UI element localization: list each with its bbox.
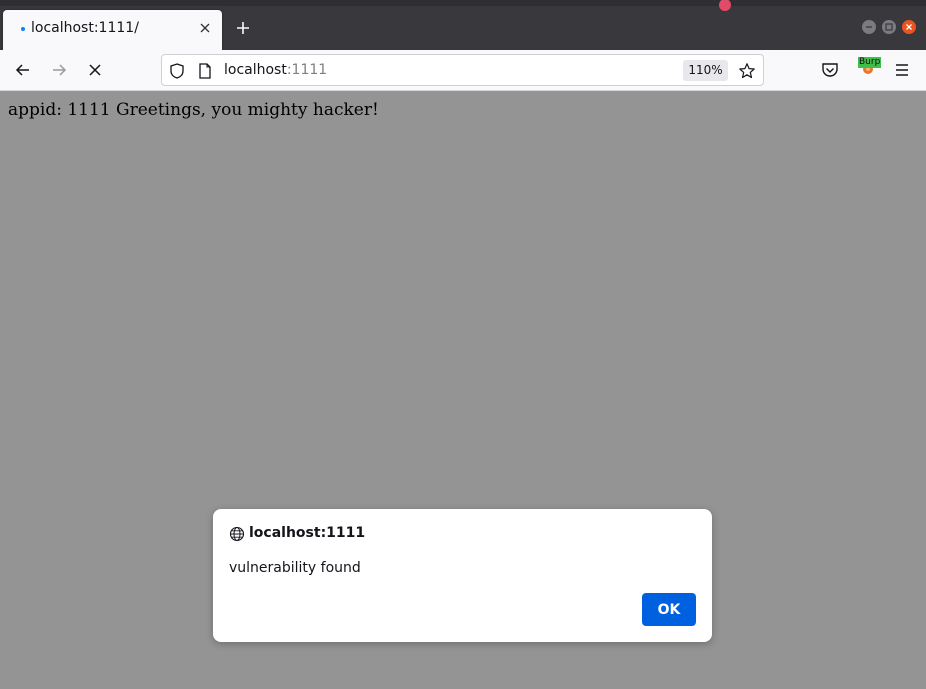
page-icon[interactable] <box>196 62 214 80</box>
loading-indicator <box>21 27 25 31</box>
url-bar[interactable]: localhost:1111 110% <box>161 54 764 86</box>
tab-title: localhost:1111/ <box>31 20 139 36</box>
globe-icon <box>229 526 245 542</box>
title-bar: localhost:1111/ <box>0 0 926 50</box>
maximize-window-button[interactable] <box>882 20 896 34</box>
zoom-level-button[interactable]: 110% <box>683 60 728 81</box>
url-host: localhost <box>224 62 287 78</box>
forward-arrow-icon[interactable] <box>47 58 71 82</box>
pocket-icon[interactable] <box>818 58 842 82</box>
page-body-text: appid: 1111 Greetings, you mighty hacker… <box>8 100 379 120</box>
stop-icon[interactable] <box>83 58 107 82</box>
minimize-window-button[interactable] <box>862 20 876 34</box>
star-icon[interactable] <box>738 62 756 80</box>
dialog-message: vulnerability found <box>229 560 361 576</box>
dialog-origin: localhost:1111 <box>249 525 366 541</box>
navigation-toolbar: localhost:1111 110% Burp <box>0 50 926 91</box>
notification-dot <box>719 0 731 11</box>
url-port: :1111 <box>286 62 328 78</box>
close-window-button[interactable] <box>902 20 916 34</box>
plus-icon[interactable] <box>234 19 252 37</box>
url-text[interactable]: localhost:1111 <box>224 62 327 78</box>
burp-badge: Burp <box>858 57 882 68</box>
alert-dialog: localhost:1111 vulnerability found OK <box>213 509 712 642</box>
close-icon[interactable] <box>198 21 212 35</box>
ok-button[interactable]: OK <box>642 593 696 626</box>
back-arrow-icon[interactable] <box>11 58 35 82</box>
shield-icon[interactable] <box>168 62 186 80</box>
tab-active[interactable]: localhost:1111/ <box>3 10 222 50</box>
hamburger-menu-icon[interactable] <box>890 58 914 82</box>
